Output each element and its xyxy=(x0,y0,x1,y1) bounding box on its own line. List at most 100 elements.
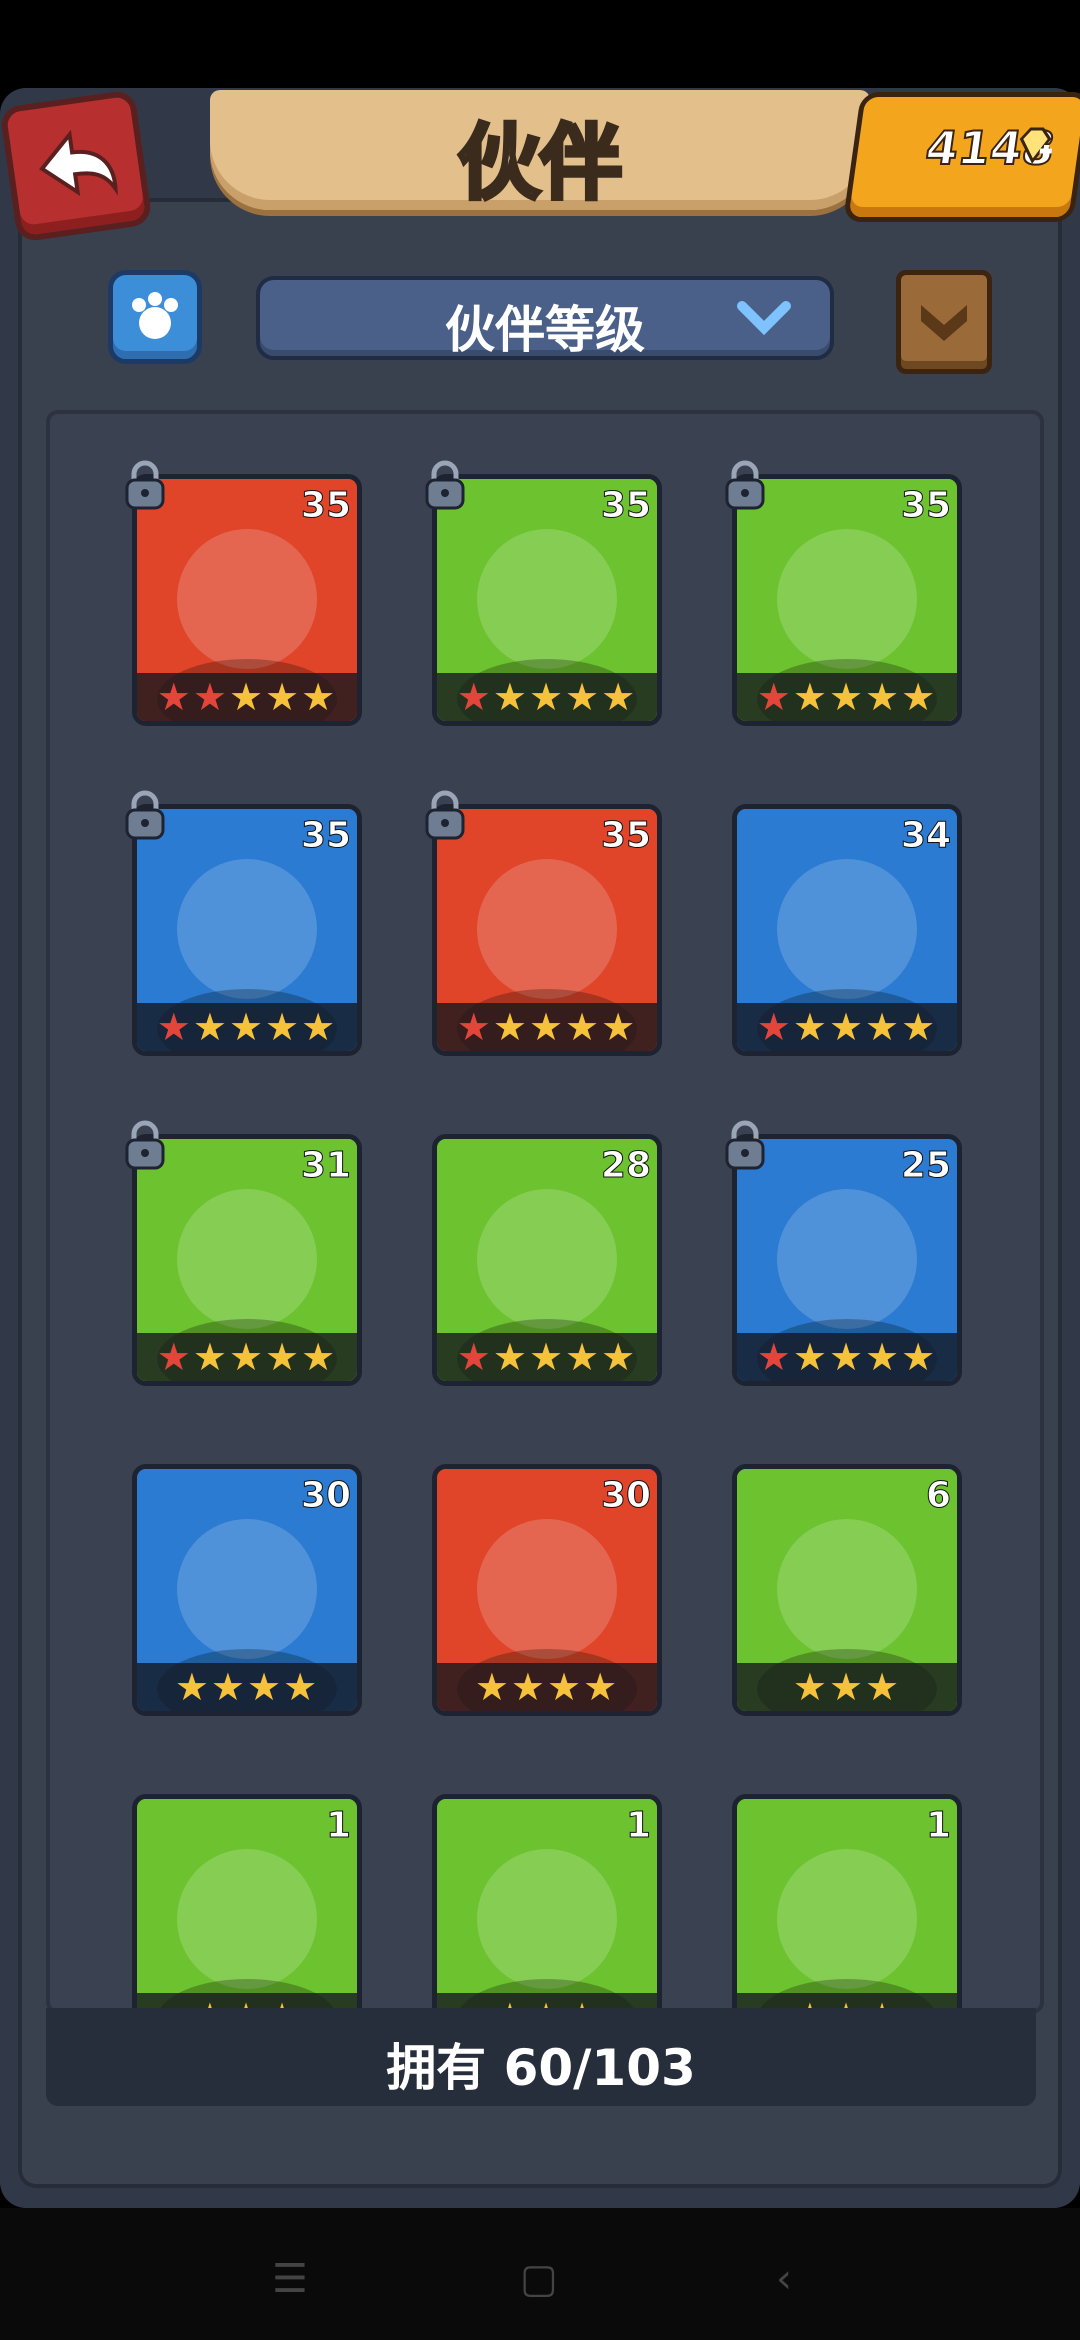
star-icon: ★ xyxy=(865,1005,902,1049)
companion-card[interactable]: 30 ★★★★ xyxy=(132,1464,362,1716)
companion-stars: ★★★★★ xyxy=(437,1003,657,1051)
companion-card[interactable]: 35 ★★★★★ xyxy=(732,474,962,726)
back-nav-icon[interactable]: ‹ xyxy=(776,2256,792,2302)
companion-card[interactable]: 35 ★★★★★ xyxy=(132,804,362,1056)
companion-stars: ★★★★★ xyxy=(137,673,357,721)
companion-card[interactable]: 25 ★★★★★ xyxy=(732,1134,962,1386)
star-icon: ★ xyxy=(901,1335,938,1379)
title-banner: 伙伴 xyxy=(210,90,870,213)
companion-stars: ★★★★★ xyxy=(737,1003,957,1051)
companion-portrait xyxy=(737,1799,957,2010)
companion-card[interactable]: 34 ★★★★★ xyxy=(732,804,962,1056)
companion-card[interactable]: 35 ★★★★★ xyxy=(132,474,362,726)
star-icon: ★ xyxy=(210,1665,247,1709)
star-icon: ★ xyxy=(301,1335,338,1379)
star-icon: ★ xyxy=(192,675,229,719)
star-icon: ★ xyxy=(792,1665,829,1709)
companion-level: 30 xyxy=(300,1475,351,1517)
star-icon: ★ xyxy=(156,1005,193,1049)
star-icon: ★ xyxy=(528,675,566,719)
back-arrow-icon xyxy=(39,129,118,197)
star-icon: ★ xyxy=(601,1005,638,1049)
star-icon: ★ xyxy=(565,675,602,719)
companion-stars: ★★★★★ xyxy=(437,1333,657,1381)
star-icon: ★ xyxy=(456,1005,493,1049)
companion-level: 28 xyxy=(600,1145,651,1187)
companion-stars: ★★★★★ xyxy=(137,1333,357,1381)
companion-level: 6 xyxy=(925,1475,951,1517)
companion-card[interactable]: 1★★★ xyxy=(432,1794,662,2010)
star-icon: ★ xyxy=(756,1335,793,1379)
star-icon: ★ xyxy=(492,1335,529,1379)
star-icon: ★ xyxy=(828,1665,866,1709)
star-icon: ★ xyxy=(865,1335,902,1379)
star-icon: ★ xyxy=(192,1005,229,1049)
companion-level: 30 xyxy=(600,1475,651,1517)
star-icon: ★ xyxy=(283,1665,320,1709)
star-icon: ★ xyxy=(865,675,902,719)
paw-icon xyxy=(132,292,178,339)
lock-icon xyxy=(725,1120,765,1170)
system-nav-bar: ☰ ▢ ‹ xyxy=(0,2208,1080,2340)
lock-icon xyxy=(125,790,165,840)
star-icon: ★ xyxy=(192,1335,229,1379)
star-icon: ★ xyxy=(828,1005,866,1049)
star-icon: ★ xyxy=(456,1335,493,1379)
star-icon: ★ xyxy=(456,675,493,719)
companion-portrait xyxy=(437,1799,657,2010)
menu-nav-icon[interactable]: ☰ xyxy=(272,2256,308,2302)
star-icon: ★ xyxy=(756,675,793,719)
owned-footer: 拥有 60/103 xyxy=(46,2008,1036,2106)
companion-grid: 35 ★★★★★ 35 ★★★★★ 35 ★★★★★ 35 ★★★★★ 35 ★★★★★ 34 ★★★… xyxy=(46,410,1044,2014)
companion-stars: ★★★★★ xyxy=(137,1003,357,1051)
chevron-down-icon xyxy=(737,301,791,336)
back-button[interactable] xyxy=(0,89,153,243)
companion-card[interactable]: 28 ★★★★★ xyxy=(432,1134,662,1386)
star-icon: ★ xyxy=(265,1005,302,1049)
codex-book-button[interactable] xyxy=(896,270,992,374)
star-icon: ★ xyxy=(583,1665,620,1709)
companion-level: 35 xyxy=(600,815,651,857)
star-icon: ★ xyxy=(601,1335,638,1379)
star-icon: ★ xyxy=(547,1665,584,1709)
companion-stars: ★★★★ xyxy=(137,1663,357,1711)
companion-level: 1 xyxy=(325,1805,351,1847)
companion-card[interactable]: 35 ★★★★★ xyxy=(432,804,662,1056)
companion-stars: ★★★★★ xyxy=(737,673,957,721)
companion-stars: ★★★ xyxy=(737,1663,957,1711)
star-icon: ★ xyxy=(865,1665,902,1709)
companion-card[interactable]: 30 ★★★★ xyxy=(432,1464,662,1716)
lock-icon xyxy=(425,460,465,510)
star-icon: ★ xyxy=(565,1005,602,1049)
book-icon xyxy=(921,305,967,341)
star-icon: ★ xyxy=(492,675,529,719)
star-icon: ★ xyxy=(474,1665,511,1709)
lock-icon xyxy=(125,1120,165,1170)
companion-card[interactable]: 1★★★ xyxy=(732,1794,962,2010)
star-icon: ★ xyxy=(528,1005,566,1049)
companion-level: 35 xyxy=(300,485,351,527)
home-nav-icon[interactable]: ▢ xyxy=(520,2256,558,2302)
companion-level: 31 xyxy=(300,1145,351,1187)
gem-counter[interactable]: 4148 xyxy=(842,92,1080,222)
star-icon: ★ xyxy=(510,1665,547,1709)
star-icon: ★ xyxy=(792,1335,829,1379)
element-filter-button[interactable] xyxy=(108,270,202,364)
star-icon: ★ xyxy=(156,675,193,719)
star-icon: ★ xyxy=(828,1335,866,1379)
star-icon: ★ xyxy=(828,675,866,719)
companion-level: 1 xyxy=(625,1805,651,1847)
page-title: 伙伴 xyxy=(456,114,624,213)
companion-level: 34 xyxy=(900,815,951,857)
star-icon: ★ xyxy=(247,1665,284,1709)
star-icon: ★ xyxy=(565,1335,602,1379)
companion-stars: ★★★★★ xyxy=(737,1333,957,1381)
lock-icon xyxy=(425,790,465,840)
sort-dropdown[interactable]: 伙伴等级 xyxy=(256,276,834,360)
companion-card[interactable]: 35 ★★★★★ xyxy=(432,474,662,726)
lock-icon xyxy=(125,460,165,510)
companion-card[interactable]: 31 ★★★★★ xyxy=(132,1134,362,1386)
companion-card[interactable]: 1★★★ xyxy=(132,1794,362,2010)
companion-card[interactable]: 6 ★★★ xyxy=(732,1464,962,1716)
star-icon: ★ xyxy=(265,1335,302,1379)
